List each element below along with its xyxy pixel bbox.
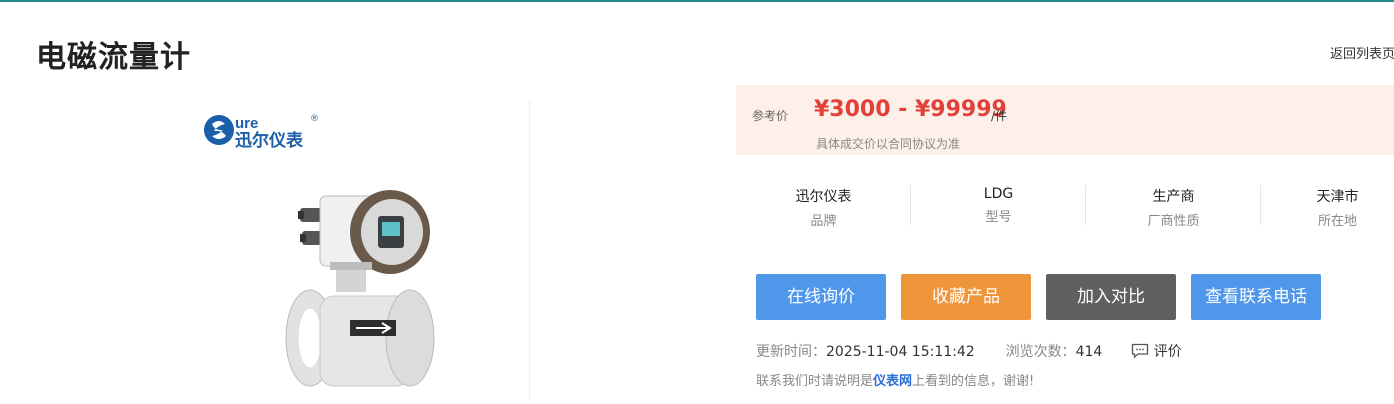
update-time-label: 更新时间： [756, 344, 826, 360]
contact-prefix: 联系我们时请说明是 [756, 374, 874, 389]
price-unit: /件 [991, 109, 1008, 123]
spec-label: 厂商性质 [1147, 214, 1200, 229]
spec-value: 生产商 [1152, 189, 1195, 205]
back-to-list-link[interactable]: 返回列表页 [1330, 43, 1394, 62]
contact-suffix: 上看到的信息，谢谢! [912, 374, 1035, 389]
comment-icon [1132, 343, 1149, 359]
spec-brand: 迅尔仪表 品牌 [736, 180, 911, 229]
update-time-value: 2025-11-04 15:11:42 [826, 344, 975, 360]
review-label: 评价 [1153, 344, 1182, 360]
favorite-product-button[interactable]: 收藏产品 [901, 274, 1031, 320]
page-title: 电磁流量计 [36, 40, 191, 75]
top-accent-line [0, 0, 1394, 2]
online-inquiry-button[interactable]: 在线询价 [756, 274, 886, 320]
contact-note: 联系我们时请说明是仪表网上看到的信息，谢谢! [756, 370, 1034, 389]
spec-row: 迅尔仪表 品牌 LDG 型号 生产商 厂商性质 天津市 所在地 [736, 180, 1394, 230]
logo-mark-text: ure [235, 115, 258, 132]
svg-text:®: ® [310, 114, 319, 124]
price-value: ¥3000 - ¥99999 [814, 97, 1007, 122]
product-image [285, 190, 435, 387]
spec-location: 天津市 所在地 [1281, 180, 1394, 229]
brand-logo: ure 迅尔仪表 ® [202, 110, 332, 151]
price-note: 具体成交价以合同协议为准 [816, 137, 961, 151]
review-link[interactable]: 评价 [1131, 343, 1182, 360]
spec-value: LDG [983, 186, 1014, 202]
contact-brand-link[interactable]: 仪表网 [873, 374, 912, 389]
view-phone-button[interactable]: 查看联系电话 [1191, 274, 1321, 320]
price-box: 参考价 ¥3000 - ¥99999 /件 具体成交价以合同协议为准 [736, 85, 1394, 155]
view-count-value: 414 [1075, 344, 1103, 360]
image-divider [529, 100, 530, 400]
spec-value: 天津市 [1316, 189, 1359, 205]
add-compare-button[interactable]: 加入对比 [1046, 274, 1176, 320]
logo-text: 迅尔仪表 [235, 130, 304, 150]
spec-label: 品牌 [810, 214, 837, 229]
spec-model: LDG 型号 [911, 180, 1086, 225]
meta-row: 更新时间：2025-11-04 15:11:42 浏览次数：414 评价 [756, 341, 1182, 361]
spec-divider [1260, 185, 1261, 225]
spec-label: 型号 [985, 210, 1012, 225]
view-count-label: 浏览次数： [1005, 344, 1076, 360]
spec-vendor-type: 生产商 厂商性质 [1086, 180, 1261, 229]
price-label: 参考价 [752, 109, 789, 123]
spec-value: 迅尔仪表 [795, 189, 852, 205]
spec-label: 所在地 [1317, 214, 1357, 229]
